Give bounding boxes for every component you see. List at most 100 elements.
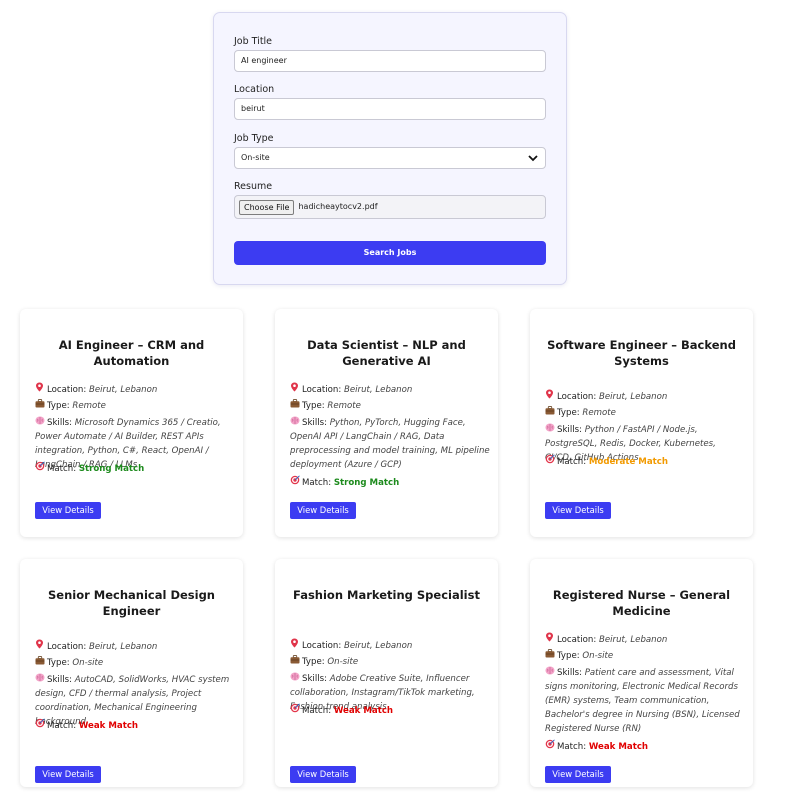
job-match-value: Weak Match [78, 721, 139, 731]
pin-icon [290, 638, 302, 653]
job-type-label: Type: [47, 401, 70, 411]
resume-file-name: hadicheaytocv2.pdf [298, 202, 378, 211]
job-title-label: Job Title [234, 36, 273, 47]
location-input[interactable]: beirut [234, 98, 546, 120]
view-details-button[interactable]: View Details [545, 766, 611, 783]
job-match-label: Match: [47, 721, 77, 731]
target-icon [545, 739, 557, 754]
job-location-value: Beirut, Lebanon [598, 392, 668, 402]
job-location: Location: Beirut, Lebanon [35, 382, 235, 397]
job-skills-label: Skills: [302, 674, 327, 684]
job-location-value: Beirut, Lebanon [343, 385, 413, 395]
job-type-label: Type: [302, 401, 325, 411]
location-label: Location [234, 84, 275, 95]
job-skills-label: Skills: [557, 425, 582, 435]
job-match: Match: Strong Match [290, 475, 490, 490]
job-match: Match: Strong Match [35, 461, 235, 476]
job-type: Type: On-site [545, 649, 745, 663]
target-icon [290, 475, 302, 490]
job-type-value: On-site [327, 657, 359, 667]
job-location-value: Beirut, Lebanon [88, 642, 158, 652]
job-location-label: Location: [557, 392, 597, 402]
job-type-label: Type: [302, 657, 325, 667]
job-match-value: Strong Match [333, 478, 400, 488]
job-location: Location: Beirut, Lebanon [290, 638, 490, 653]
briefcase-icon [290, 655, 302, 669]
view-details-button[interactable]: View Details [35, 766, 101, 783]
pin-icon [290, 382, 302, 397]
job-location: Location: Beirut, Lebanon [545, 389, 745, 404]
job-skills: Skills: Python, PyTorch, Hugging Face, O… [290, 416, 490, 472]
job-type-value: Remote [72, 401, 106, 411]
pin-icon [545, 632, 557, 647]
brain-icon [545, 423, 557, 437]
job-type: Type: Remote [290, 399, 490, 413]
job-location-value: Beirut, Lebanon [598, 635, 668, 645]
job-match-label: Match: [557, 742, 587, 752]
job-card: Data Scientist – NLP and Generative AI Lo… [275, 309, 498, 537]
brain-icon [35, 673, 47, 687]
job-type-label: Type: [557, 651, 580, 661]
view-details-button[interactable]: View Details [35, 502, 101, 519]
job-location-value: Beirut, Lebanon [88, 385, 158, 395]
choose-file-button[interactable]: Choose File [239, 199, 295, 215]
job-card: Fashion Marketing Specialist Location: Be… [275, 559, 498, 787]
job-type-selected-value: On-site [241, 153, 270, 162]
job-location-value: Beirut, Lebanon [343, 641, 413, 651]
job-match: Match: Weak Match [35, 718, 235, 733]
job-type-select[interactable]: On-site [234, 147, 546, 169]
job-location-label: Location: [302, 641, 342, 651]
job-match-label: Match: [47, 464, 77, 474]
job-match-value: Weak Match [588, 742, 649, 752]
resume-label: Resume [234, 181, 273, 192]
job-skills-label: Skills: [302, 418, 327, 428]
job-skills-label: Skills: [47, 418, 72, 428]
job-match-value: Moderate Match [588, 457, 668, 467]
job-search-form: Job Title AI engineer Location beirut Jo… [213, 12, 567, 285]
view-details-button[interactable]: View Details [290, 766, 356, 783]
resume-file-input[interactable]: Choose File hadicheaytocv2.pdf [234, 195, 546, 219]
brain-icon [290, 416, 302, 430]
briefcase-icon [545, 649, 557, 663]
target-icon [545, 454, 557, 469]
job-card: Senior Mechanical Design Engineer Locatio… [20, 559, 243, 787]
job-type-value: Remote [327, 401, 361, 411]
job-title-input[interactable]: AI engineer [234, 50, 546, 72]
job-location-label: Location: [47, 385, 87, 395]
job-match: Match: Moderate Match [545, 454, 745, 469]
job-type: Type: Remote [35, 399, 235, 413]
pin-icon [35, 382, 47, 397]
job-location-label: Location: [557, 635, 597, 645]
job-type: Type: On-site [290, 655, 490, 669]
job-match-label: Match: [557, 457, 587, 467]
briefcase-icon [35, 399, 47, 413]
job-title: Fashion Marketing Specialist [293, 588, 480, 602]
job-card: Registered Nurse – General Medicine Locat… [530, 559, 753, 787]
job-type-value: On-site [72, 658, 104, 668]
briefcase-icon [545, 406, 557, 420]
job-location: Location: Beirut, Lebanon [35, 639, 235, 654]
brain-icon [545, 666, 557, 680]
search-jobs-button[interactable]: Search Jobs [234, 241, 546, 265]
view-details-button[interactable]: View Details [290, 502, 356, 519]
job-skills-label: Skills: [47, 675, 72, 685]
job-location: Location: Beirut, Lebanon [545, 632, 745, 647]
job-type-label: Type: [557, 408, 580, 418]
brain-icon [35, 416, 47, 430]
job-card: AI Engineer – CRM and Automation Location… [20, 309, 243, 537]
job-card: Software Engineer – Backend Systems Locat… [530, 309, 753, 537]
job-title: Data Scientist – NLP and Generative AI [307, 338, 466, 368]
job-match-label: Match: [302, 478, 332, 488]
target-icon [290, 703, 302, 718]
job-skills-label: Skills: [557, 668, 582, 678]
job-title: Senior Mechanical Design Engineer [48, 588, 215, 618]
job-title: Software Engineer – Backend Systems [547, 338, 736, 368]
briefcase-icon [290, 399, 302, 413]
job-title: Registered Nurse – General Medicine [552, 588, 731, 618]
job-title: AI Engineer – CRM and Automation [58, 338, 205, 368]
job-type: Type: Remote [545, 406, 745, 420]
view-details-button[interactable]: View Details [545, 502, 611, 519]
target-icon [35, 461, 47, 476]
brain-icon [290, 672, 302, 686]
job-location-label: Location: [47, 642, 87, 652]
